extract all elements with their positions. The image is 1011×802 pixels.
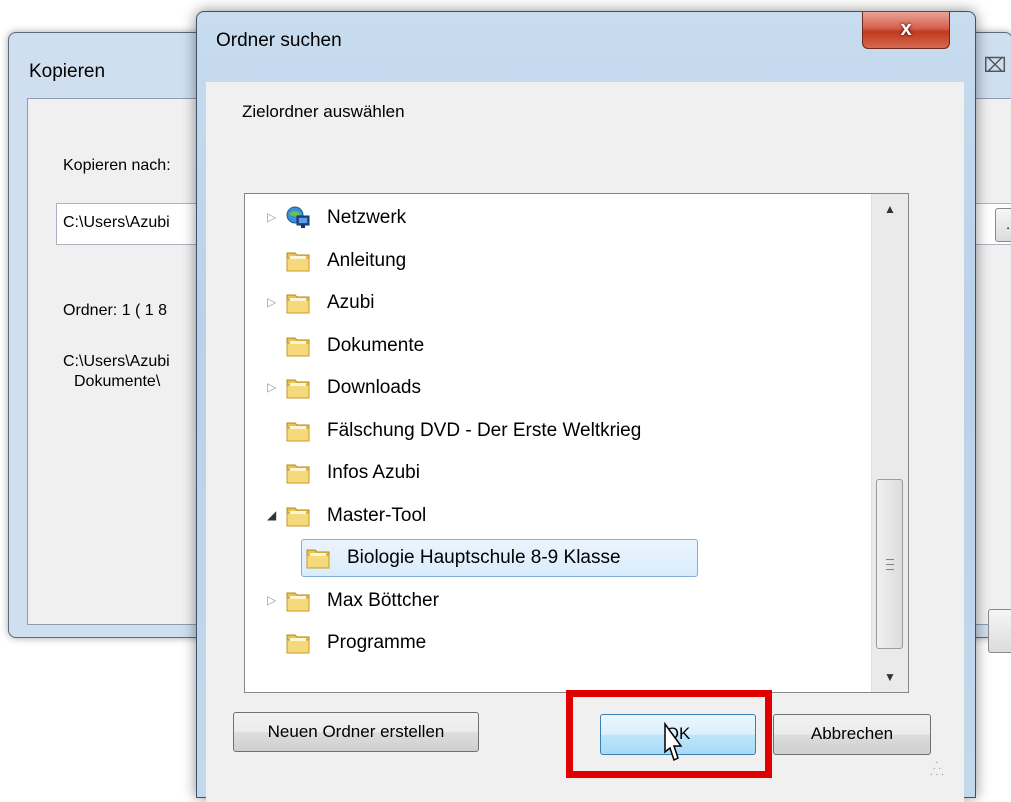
- copy-to-label: Kopieren nach:: [63, 157, 171, 174]
- tree-item[interactable]: Fälschung DVD - Der Erste Weltkrieg: [245, 412, 865, 450]
- tree-item[interactable]: Infos Azubi: [245, 454, 865, 492]
- folder-icon: [286, 294, 310, 314]
- tree-item[interactable]: Dokumente: [245, 327, 865, 365]
- expand-arrow-icon[interactable]: ▷: [267, 593, 279, 607]
- copy-dialog-title: Kopieren: [29, 61, 106, 82]
- tree-item-label: Downloads: [327, 377, 421, 398]
- folder-icon: [286, 379, 310, 399]
- tree-item-label: Biologie Hauptschule 8-9 Klasse: [347, 547, 621, 568]
- cancel-button[interactable]: Abbrechen: [773, 714, 931, 755]
- tree-item-label: Netzwerk: [327, 207, 407, 228]
- close-icon: x: [900, 18, 912, 40]
- dialog-title: Ordner suchen: [216, 30, 342, 51]
- scroll-down-arrow-icon[interactable]: ▼: [872, 662, 908, 692]
- folder-icon: [286, 634, 310, 654]
- browse-button[interactable]: ...: [995, 208, 1011, 242]
- folder-tree[interactable]: ▷ Netzwerk Anleitung ▷ Azubi Dokumente ▷ Downlo…: [244, 193, 909, 693]
- grip-icon: ─ ─ ─: [886, 554, 894, 576]
- tree-item[interactable]: ▷ Azubi: [245, 284, 865, 322]
- copy-destination-value: C:\Users\Azubi: [63, 214, 170, 231]
- copy-dialog-button[interactable]: [988, 609, 1011, 653]
- folder-icon: [286, 464, 310, 484]
- folder-icon: [286, 337, 310, 356]
- tree-item-label: Anleitung: [327, 249, 407, 271]
- mouse-pointer-icon: [664, 722, 683, 762]
- scrollbar-thumb[interactable]: ─ ─ ─: [876, 479, 903, 649]
- folder-icon: [286, 422, 310, 441]
- tree-item-label: Dokumente: [327, 334, 425, 356]
- folder-icon: [286, 507, 310, 526]
- tree-item-label: Azubi: [327, 292, 375, 313]
- tree-item[interactable]: ▷ Downloads: [245, 369, 865, 407]
- tree-item[interactable]: ▷ Max Böttcher: [245, 582, 865, 620]
- tree-item-label: Programme: [327, 632, 427, 653]
- expanded-arrow-icon[interactable]: ◢: [267, 508, 279, 522]
- browse-folder-dialog: Ordner suchen x Zielordner auswählen ▷ Ne…: [196, 11, 976, 802]
- tree-item-label: Max Böttcher: [327, 589, 439, 611]
- dialog-description: Zielordner auswählen: [242, 102, 405, 121]
- source-path-line: C:\Users\Azubi: [63, 353, 170, 370]
- tree-item[interactable]: Anleitung: [245, 242, 865, 280]
- folder-icon: [286, 252, 310, 271]
- network-icon: [286, 206, 310, 228]
- folder-icon: [286, 592, 310, 611]
- new-folder-button[interactable]: Neuen Ordner erstellen: [233, 712, 479, 752]
- tree-item-label: Master-Tool: [327, 504, 427, 526]
- expand-arrow-icon[interactable]: ▷: [267, 380, 279, 394]
- tree-item[interactable]: ◢ Master-Tool: [245, 497, 865, 535]
- source-path-line-2: Dokumente\: [74, 373, 161, 390]
- tree-item[interactable]: Programme: [245, 624, 865, 662]
- expand-arrow-icon[interactable]: ▷: [267, 295, 279, 309]
- resize-grip-icon[interactable]: . . .. . .: [930, 756, 944, 778]
- expand-arrow-icon[interactable]: ▷: [267, 210, 279, 224]
- tree-item[interactable]: ▷ Netzwerk: [245, 199, 865, 237]
- vertical-scrollbar[interactable]: ▲ ─ ─ ─ ▼: [871, 194, 908, 692]
- folder-info-text: Ordner: 1 ( 1 8: [63, 302, 168, 319]
- scroll-up-arrow-icon[interactable]: ▲: [872, 194, 908, 224]
- tree-item-label: Infos Azubi: [327, 462, 420, 483]
- close-icon[interactable]: ⌧: [978, 53, 1011, 79]
- tree-item-label: Fälschung DVD - Der Erste Weltkrieg: [327, 419, 642, 441]
- close-button[interactable]: x: [862, 12, 950, 49]
- folder-icon: [306, 549, 330, 569]
- tree-item-selected[interactable]: Biologie Hauptschule 8-9 Klasse: [245, 539, 865, 577]
